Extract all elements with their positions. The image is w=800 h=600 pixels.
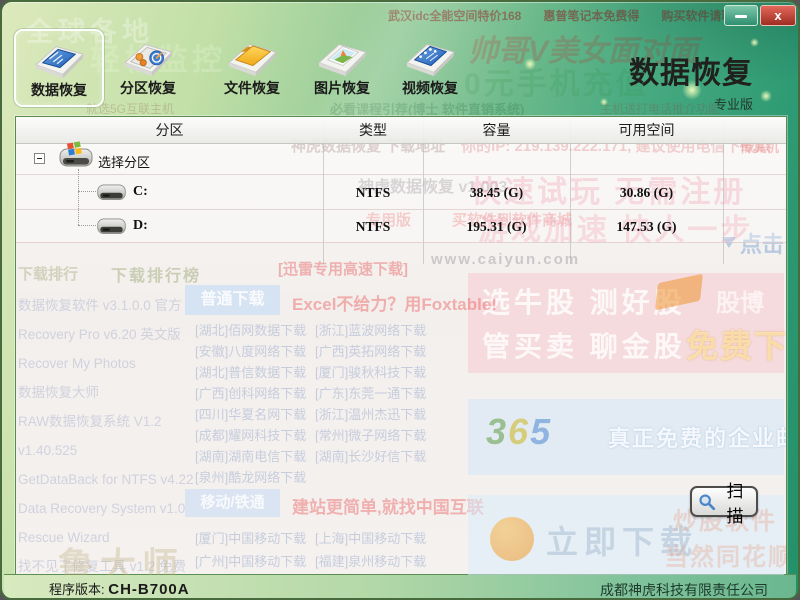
table-row-drive-c[interactable]: C: NTFS 38.45 (G) 30.86 (G) xyxy=(16,174,786,210)
bokeh-dot xyxy=(524,58,536,70)
cell-free-space: 147.53 (G) xyxy=(570,219,723,235)
bokeh-dot xyxy=(760,90,772,102)
column-header-type[interactable]: 类型 xyxy=(323,117,423,143)
drive-letter: D: xyxy=(133,218,148,234)
toolbar-label: 图片恢复 xyxy=(299,78,385,98)
minimize-button[interactable] xyxy=(724,5,758,26)
toolbar-label: 视频恢复 xyxy=(387,78,473,98)
file-recovery-icon xyxy=(223,33,281,79)
bokeh-dot xyxy=(750,38,759,47)
minimize-icon xyxy=(735,15,747,18)
table-row-drive-d[interactable]: D: NTFS 195.31 (G) 147.53 (G) xyxy=(16,209,786,243)
close-button[interactable]: x xyxy=(760,5,796,26)
disk-icon xyxy=(96,178,127,209)
toolbar-label: 文件恢复 xyxy=(209,78,295,98)
app-title-block: 数据恢复 专业版 xyxy=(629,48,753,113)
column-header-capacity[interactable]: 容量 xyxy=(423,117,570,143)
toolbar-item-picture-recovery[interactable]: 图片恢复 xyxy=(299,29,385,103)
partition-table: 分区 类型 容量 可用空间 xyxy=(16,117,786,575)
scan-button[interactable]: 扫描 xyxy=(690,486,758,517)
cell-type: NTFS xyxy=(323,185,423,201)
status-bar: 程序版本: CH-B700A 成都神虎科技有限责任公司 xyxy=(4,574,796,600)
bokeh-dot xyxy=(600,98,608,106)
disk-icon xyxy=(96,212,127,243)
toolbar-label: 数据恢复 xyxy=(16,80,102,100)
app-window: 全球各地 轻松监控 武汉idc全能空间特价168惠普笔记本免费得购买软件请联系 … xyxy=(0,0,800,600)
disk-root-icon xyxy=(58,141,94,176)
drive-letter: C: xyxy=(133,184,148,200)
program-version: 程序版本: CH-B700A xyxy=(49,579,190,598)
toolbar-item-file-recovery[interactable]: 文件恢复 xyxy=(209,29,295,103)
data-recovery-icon xyxy=(30,35,88,81)
video-recovery-icon xyxy=(401,33,459,79)
cell-free-space: 30.86 (G) xyxy=(570,185,723,201)
magnifier-icon xyxy=(698,493,716,511)
tree-root-label: 选择分区 xyxy=(98,152,150,171)
scan-button-label: 扫描 xyxy=(720,477,750,527)
table-header: 分区 类型 容量 可用空间 xyxy=(16,117,786,144)
partition-panel: 神虎数据恢复 下载地址你的IP: 219.139.222.171, 建议使用电信… xyxy=(15,116,787,576)
bg-header-ads: 武汉idc全能空间特价168惠普笔记本免费得购买软件请联系 xyxy=(388,7,767,24)
partition-recovery-icon xyxy=(119,33,177,79)
toolbar-item-partition-recovery[interactable]: 分区恢复 xyxy=(105,29,191,103)
bg-header-ghost-2: 0元手机充值 xyxy=(464,59,649,103)
cell-type: NTFS xyxy=(323,219,423,235)
collapse-icon[interactable] xyxy=(34,153,45,164)
toolbar-item-video-recovery[interactable]: 视频恢复 xyxy=(387,29,473,103)
toolbar-item-data-recovery[interactable]: 数据恢复 xyxy=(14,29,104,107)
column-header-partition[interactable]: 分区 xyxy=(16,117,323,143)
cell-capacity: 195.31 (G) xyxy=(423,219,570,235)
column-header-free-space[interactable]: 可用空间 xyxy=(570,117,723,143)
company-name: 成都神虎科技有限责任公司 xyxy=(600,580,768,600)
cell-capacity: 38.45 (G) xyxy=(423,185,570,201)
app-subtitle: 专业版 xyxy=(629,94,753,113)
picture-recovery-icon xyxy=(313,33,371,79)
app-title: 数据恢复 xyxy=(629,48,753,92)
toolbar-label: 分区恢复 xyxy=(105,78,191,98)
tree-root-row[interactable]: 选择分区 xyxy=(16,143,786,175)
